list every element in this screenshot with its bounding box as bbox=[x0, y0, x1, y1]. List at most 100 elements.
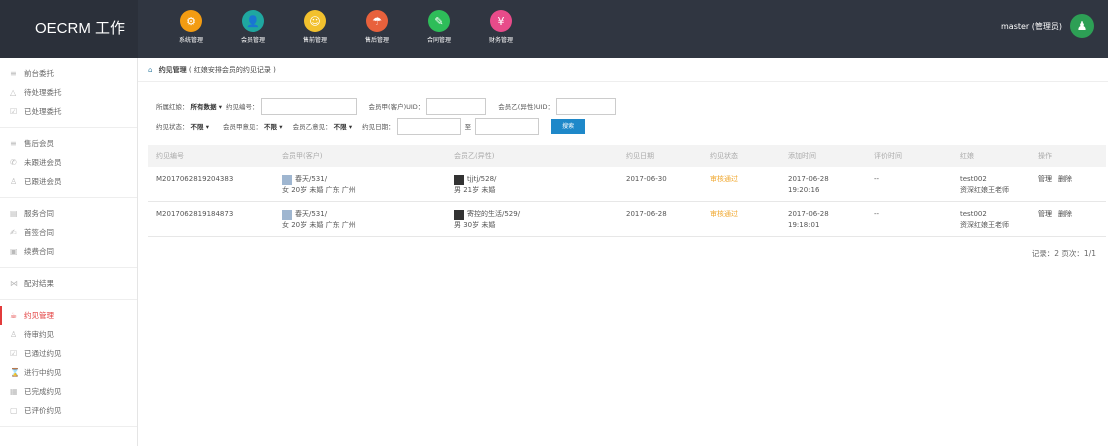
user-icon: 👤 bbox=[242, 10, 264, 32]
sidebar-item[interactable]: ♙ 待审约见 bbox=[0, 325, 137, 344]
nav-item-4[interactable]: ✎ 合同管理 bbox=[408, 0, 470, 58]
search-button[interactable]: 搜索 bbox=[551, 118, 586, 134]
sidebar-item-label: 前台委托 bbox=[24, 69, 54, 78]
check-icon: ☑ bbox=[10, 349, 18, 358]
sidebar-item[interactable]: ✍ 首签合同 bbox=[0, 223, 137, 242]
member-b-uid-input[interactable] bbox=[556, 97, 617, 115]
sidebar-item[interactable]: ☕ 约见管理 bbox=[0, 306, 137, 325]
pager-info: 记录：2 页次：1/1 bbox=[1031, 249, 1096, 258]
phone-icon: ✆ bbox=[10, 158, 17, 167]
column-header: 会员乙(异性) bbox=[454, 152, 495, 160]
nav-item-2[interactable]: ☺ 售前管理 bbox=[284, 0, 346, 58]
face-icon: ☺ bbox=[304, 10, 326, 32]
appointment-table: 约见编号 会员甲(客户) 会员乙(异性) 约见日期 约见状态 添加时间 评价时间 红娘 操作 M… bbox=[148, 145, 1106, 237]
sidebar-item[interactable]: ♙ 已跟进会员 bbox=[0, 172, 137, 191]
page-subtitle: ( 红娘安排会员的约见记录 ) bbox=[188, 66, 276, 74]
nav-label: 财务管理 bbox=[488, 37, 513, 44]
manage-link[interactable]: 管理 bbox=[1038, 175, 1052, 183]
appt-no: M2017062819204383 bbox=[156, 175, 234, 183]
sidebar-item[interactable]: ≡ 前台委托 bbox=[0, 64, 137, 83]
date-to-label: 至 bbox=[464, 123, 472, 131]
nav-item-3[interactable]: ☂ 售后管理 bbox=[346, 0, 408, 58]
matchmaker-cell: test002 资深红娘王老师 bbox=[952, 202, 1030, 236]
member-a-info: 女 20岁 未婚 广东 广州 bbox=[282, 186, 356, 194]
member-a-name[interactable]: 春天/531/ bbox=[295, 209, 327, 220]
nav-item-1[interactable]: 👤 会员管理 bbox=[222, 0, 284, 58]
added-clock: 19:18:01 bbox=[788, 221, 820, 229]
sidebar-item[interactable]: ▦ 已完成约见 bbox=[0, 382, 137, 401]
nav-label: 售前管理 bbox=[302, 37, 327, 44]
person-icon: ♙ bbox=[10, 177, 18, 186]
doc-icon: ▤ bbox=[10, 209, 18, 218]
sidebar-item-label: 未跟进会员 bbox=[24, 158, 62, 167]
b-opinion-label: 会员乙意见： bbox=[292, 123, 332, 131]
sidebar-item-label: 已处理委托 bbox=[24, 107, 62, 116]
check-icon: ☑ bbox=[10, 107, 18, 116]
sidebar-item-label: 服务合同 bbox=[24, 209, 54, 218]
manage-link[interactable]: 管理 bbox=[1038, 210, 1052, 218]
user-menu[interactable]: master (管理员) ♟ bbox=[1001, 14, 1094, 38]
column-header: 评价时间 bbox=[874, 152, 902, 160]
pair-icon: ⋈ bbox=[10, 279, 18, 288]
member-b-name[interactable]: tjjtj/528/ bbox=[467, 174, 496, 185]
sidebar-item[interactable]: ▣ 续费合同 bbox=[0, 242, 137, 261]
appt-date: 2017-06-28 bbox=[626, 210, 667, 218]
member-avatar-icon bbox=[282, 210, 292, 220]
sidebar-item[interactable]: ⋈ 配对结果 bbox=[0, 274, 137, 293]
appt-no: M2017062819184873 bbox=[156, 210, 234, 218]
sidebar-item[interactable]: ☑ 已处理委托 bbox=[0, 102, 137, 121]
member-b-uid-label: 会员乙(异性)UID： bbox=[498, 103, 555, 111]
sidebar-group: ≡ 售后会员 ✆ 未跟进会员 ♙ 已跟进会员 bbox=[0, 128, 137, 198]
warning-icon: △ bbox=[10, 88, 17, 97]
date-to-input[interactable] bbox=[475, 117, 540, 135]
sidebar-item-label: 约见管理 bbox=[24, 311, 54, 320]
b-opinion-select[interactable]: 不限 ▾ bbox=[334, 121, 353, 131]
comment-icon: ▢ bbox=[10, 406, 18, 415]
member-a-info: 女 20岁 未婚 广东 广州 bbox=[282, 221, 356, 229]
list-icon: ≡ bbox=[10, 69, 17, 78]
sidebar-item[interactable]: ⌛ 进行中约见 bbox=[0, 363, 137, 382]
column-header: 会员甲(客户) bbox=[282, 152, 323, 160]
delete-link[interactable]: 删除 bbox=[1058, 175, 1072, 183]
sidebar-item[interactable]: ▤ 服务合同 bbox=[0, 204, 137, 223]
filter-panel: 所属红娘： 所有数据 ▾ 约见编号： 会员甲(客户)UID： 会员乙(异性)UI… bbox=[156, 96, 1096, 136]
status-badge: 审核通过 bbox=[710, 210, 738, 218]
delete-link[interactable]: 删除 bbox=[1058, 210, 1072, 218]
nav-item-0[interactable]: ⚙ 系统管理 bbox=[160, 0, 222, 58]
home-icon[interactable]: ⌂ bbox=[148, 66, 152, 74]
person-icon: ♙ bbox=[10, 330, 18, 339]
member-a-uid-input[interactable] bbox=[426, 97, 487, 115]
sidebar-item[interactable]: ☑ 已通过约见 bbox=[0, 344, 137, 363]
sidebar-item[interactable]: ≡ 售后会员 bbox=[0, 134, 137, 153]
member-a-uid-label: 会员甲(客户)UID： bbox=[368, 103, 425, 111]
added-date: 2017-06-28 bbox=[788, 210, 829, 218]
sidebar-item[interactable]: △ 待处理委托 bbox=[0, 83, 137, 102]
appt-no-input[interactable] bbox=[260, 97, 357, 115]
top-nav: ⚙ 系统管理 👤 会员管理 ☺ 售前管理 ☂ 售后管理 ✎ 合同管理 ¥ 财务管理 bbox=[160, 0, 532, 58]
sidebar-item-label: 售后会员 bbox=[24, 139, 54, 148]
member-b-name[interactable]: 寄控的生活/529/ bbox=[467, 209, 520, 220]
nav-label: 售后管理 bbox=[364, 37, 389, 44]
sidebar-item[interactable]: ✆ 未跟进会员 bbox=[0, 153, 137, 172]
date-label: 约见日期： bbox=[362, 123, 395, 131]
sidebar-item[interactable]: ▢ 已评价约见 bbox=[0, 401, 137, 420]
member-b-info: 男 21岁 未婚 bbox=[454, 186, 496, 194]
sidebar-item-label: 首签合同 bbox=[24, 228, 54, 237]
member-a-name[interactable]: 春天/531/ bbox=[295, 174, 327, 185]
status-select[interactable]: 不限 ▾ bbox=[191, 121, 210, 131]
member-avatar-icon bbox=[454, 210, 464, 220]
table-header: 约见编号 会员甲(客户) 会员乙(异性) 约见日期 约见状态 添加时间 评价时间 红娘 操作 bbox=[148, 145, 1106, 167]
hourglass-icon: ⌛ bbox=[10, 368, 20, 377]
user-name: master (管理员) bbox=[1001, 21, 1062, 31]
matchmaker-id: test002 bbox=[960, 210, 987, 218]
sign-icon: ✍ bbox=[10, 228, 17, 237]
a-opinion-select[interactable]: 不限 ▾ bbox=[264, 121, 283, 131]
row-actions: 管理 删除 bbox=[1030, 202, 1106, 236]
edit-icon: ✎ bbox=[428, 10, 450, 32]
sidebar-group: ▤ 服务合同 ✍ 首签合同 ▣ 续费合同 bbox=[0, 198, 137, 268]
sidebar-group: ≡ 前台委托 △ 待处理委托 ☑ 已处理委托 bbox=[0, 58, 137, 128]
date-from-input[interactable] bbox=[396, 117, 461, 135]
matchmaker-select[interactable]: 所有数据 ▾ bbox=[191, 101, 223, 111]
nav-item-5[interactable]: ¥ 财务管理 bbox=[470, 0, 532, 58]
matchmaker-label: 所属红娘： bbox=[156, 103, 189, 111]
